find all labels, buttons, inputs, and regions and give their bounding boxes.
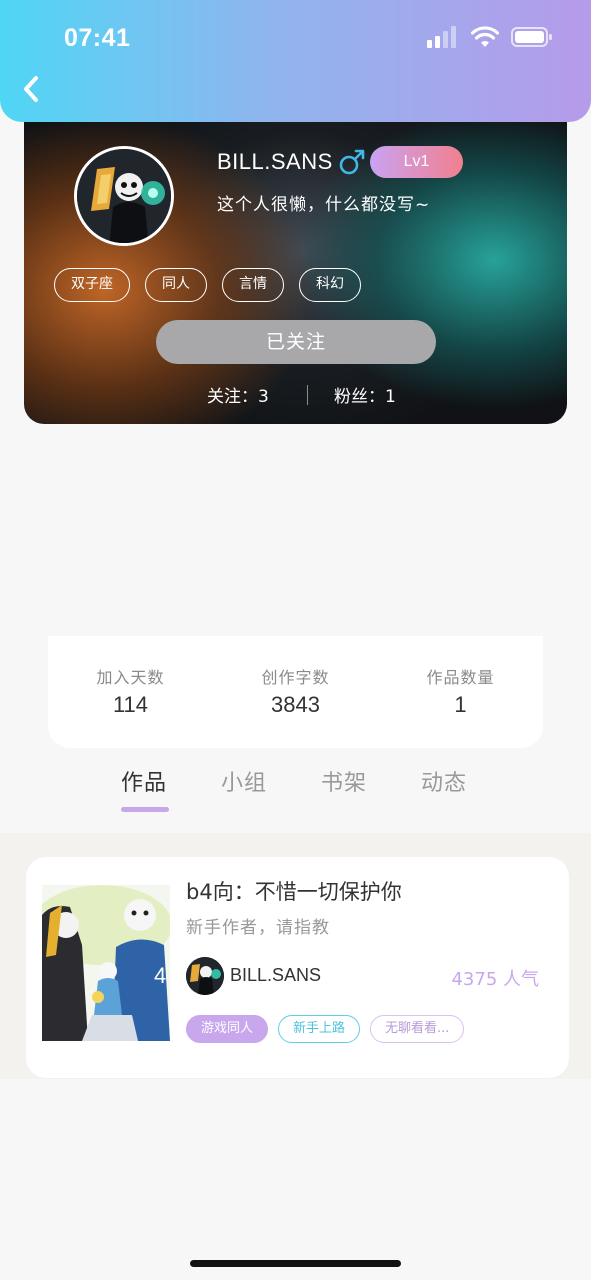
- author-name[interactable]: BILL.SANS: [230, 965, 321, 986]
- battery-icon: [511, 27, 552, 47]
- tab-bookshelf[interactable]: 书架: [321, 765, 367, 797]
- work-cover-image: 4: [42, 885, 170, 1041]
- profile-tag[interactable]: 言情: [222, 268, 284, 302]
- work-tags: 游戏同人 新手上路 无聊看看...: [186, 1015, 465, 1043]
- male-icon: [339, 149, 365, 175]
- status-time: 07:41: [64, 24, 131, 52]
- stat-word-count: 创作字数 3843: [213, 664, 378, 718]
- cellular-signal-icon: [427, 26, 456, 48]
- avatar[interactable]: [74, 146, 174, 246]
- stat-value: 3843: [271, 692, 320, 717]
- tab-works[interactable]: 作品: [121, 765, 167, 797]
- home-indicator[interactable]: [190, 1260, 401, 1267]
- profile-tag[interactable]: 科幻: [299, 268, 361, 302]
- author-avatar[interactable]: [186, 957, 224, 995]
- work-subtitle: 新手作者，请指教: [186, 918, 330, 938]
- wifi-icon: [471, 26, 499, 47]
- follow-button[interactable]: 已关注: [156, 320, 436, 364]
- profile-card: BILL.SANS Lv1 这个人很懒，什么都没写~ 双子座 同人 言情 科幻 …: [24, 100, 567, 424]
- stat-value: 1: [454, 692, 467, 717]
- profile-tag[interactable]: 双子座: [54, 268, 130, 302]
- stat-label: 创作字数: [261, 668, 330, 687]
- work-card[interactable]: 4 b4向：不惜一切保护你 新手作者，请指教 BILL.SANS 4375 人气…: [26, 857, 569, 1078]
- stat-label: 加入天数: [96, 668, 165, 687]
- stat-join-days: 加入天数 114: [48, 664, 213, 718]
- user-name: BILL.SANS: [217, 149, 333, 174]
- following-count[interactable]: 关注：3: [207, 382, 269, 407]
- stats-card: 加入天数 114 创作字数 3843 作品数量 1: [48, 636, 543, 748]
- level-badge: Lv1: [370, 146, 463, 178]
- work-tag[interactable]: 游戏同人: [186, 1015, 269, 1043]
- stat-label: 作品数量: [426, 668, 495, 687]
- follow-stats: 关注：3 粉丝：1: [24, 382, 567, 408]
- tab-indicator: [121, 807, 169, 812]
- profile-tags: 双子座 同人 言情 科幻: [54, 268, 361, 302]
- chevron-left-icon[interactable]: [18, 72, 48, 106]
- divider: [307, 385, 308, 405]
- work-tag[interactable]: 新手上路: [278, 1015, 361, 1043]
- stat-works-count: 作品数量 1: [378, 664, 543, 718]
- tab-groups[interactable]: 小组: [221, 765, 267, 797]
- work-tag[interactable]: 无聊看看...: [370, 1015, 465, 1043]
- user-bio: 这个人很懒，什么都没写~: [217, 195, 431, 215]
- svg-text:4: 4: [154, 963, 166, 988]
- popularity-count: 4375 人气: [451, 969, 539, 990]
- profile-tag[interactable]: 同人: [145, 268, 207, 302]
- header-bar: 07:41: [0, 0, 591, 122]
- tab-bar: 作品 小组 书架 动态: [0, 765, 591, 817]
- work-title: b4向：不惜一切保护你: [186, 880, 402, 904]
- fans-count[interactable]: 粉丝：1: [334, 382, 396, 407]
- stat-value: 114: [112, 692, 149, 717]
- tab-activity[interactable]: 动态: [421, 765, 467, 797]
- status-icons: [427, 26, 553, 48]
